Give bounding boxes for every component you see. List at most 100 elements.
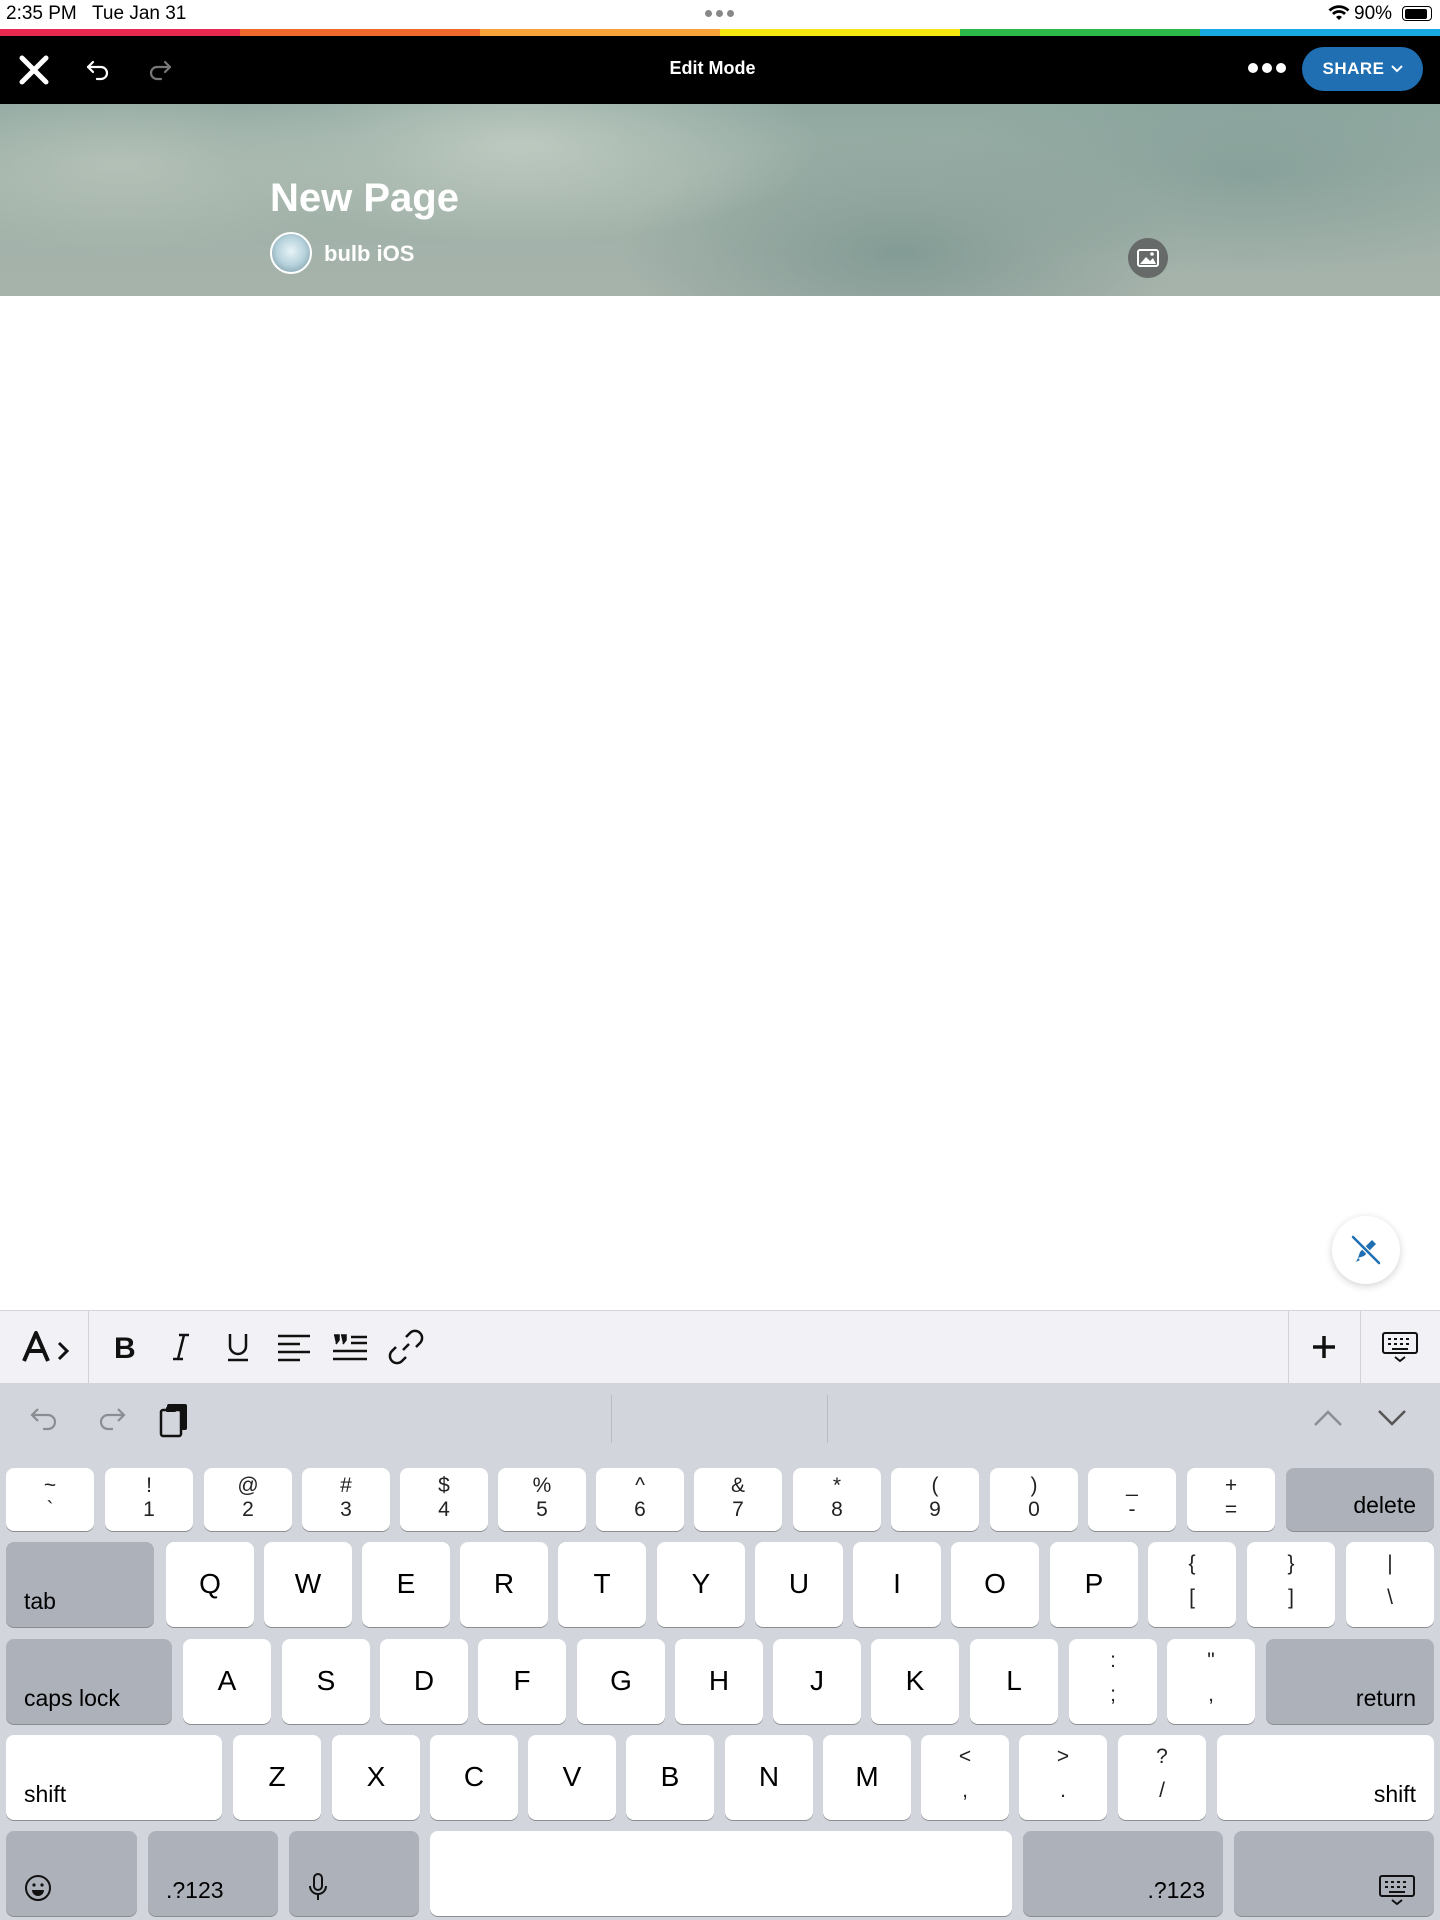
status-date: Tue Jan 31 — [92, 3, 187, 24]
key-left-shift[interactable]: shift — [6, 1735, 222, 1820]
key-9[interactable]: (9 — [891, 1468, 979, 1531]
suggestion-divider — [611, 1395, 612, 1443]
rainbow-segment — [1200, 29, 1440, 36]
key-7[interactable]: & 7 — [694, 1468, 782, 1531]
italic-icon — [173, 1333, 189, 1361]
key-hide-keyboard[interactable] — [1234, 1831, 1434, 1916]
keyboard-icon — [1382, 1332, 1418, 1363]
paste-icon[interactable] — [158, 1401, 190, 1444]
key-b[interactable]: B — [626, 1735, 714, 1820]
key-dictation[interactable] — [289, 1831, 419, 1916]
toolbar-divider — [1288, 1311, 1289, 1383]
rainbow-segment — [480, 29, 720, 36]
key-p[interactable]: P — [1050, 1542, 1138, 1627]
key-return[interactable]: return — [1266, 1639, 1434, 1724]
dismiss-keyboard-button[interactable] — [1375, 1325, 1425, 1369]
key-d[interactable]: D — [380, 1639, 468, 1724]
key-z[interactable]: Z — [233, 1735, 321, 1820]
keyboard-redo-icon[interactable] — [96, 1405, 128, 1440]
italic-button[interactable] — [161, 1325, 201, 1369]
wifi-icon — [1328, 4, 1350, 27]
share-button[interactable]: SHARE — [1302, 47, 1423, 91]
key-v[interactable]: V — [528, 1735, 616, 1820]
key-semicolon[interactable]: :; — [1069, 1639, 1157, 1724]
bold-icon: B — [114, 1332, 136, 1362]
key-g[interactable]: G — [577, 1639, 665, 1724]
key-caps-lock[interactable]: caps lock — [6, 1639, 172, 1724]
toggle-edit-button[interactable] — [1332, 1216, 1400, 1284]
key-tab[interactable]: tab — [6, 1542, 154, 1627]
link-button[interactable] — [384, 1325, 428, 1369]
image-icon — [1137, 249, 1159, 267]
key-numbers-left[interactable]: .?123 — [148, 1831, 278, 1916]
key-u[interactable]: U — [755, 1542, 843, 1627]
battery-icon — [1402, 6, 1432, 21]
key-n[interactable]: N — [725, 1735, 813, 1820]
next-field-icon[interactable] — [1376, 1407, 1408, 1434]
key-backslash[interactable]: | \ — [1346, 1542, 1434, 1627]
text-style-button[interactable] — [18, 1325, 78, 1369]
key-left-bracket[interactable]: {[ — [1148, 1542, 1236, 1627]
key-y[interactable]: Y — [657, 1542, 745, 1627]
bold-button[interactable]: B — [104, 1325, 144, 1369]
quote-button[interactable] — [328, 1325, 372, 1369]
key-right-bracket[interactable]: }] — [1247, 1542, 1335, 1627]
key-t[interactable]: T — [558, 1542, 646, 1627]
key-equals[interactable]: + = — [1187, 1468, 1275, 1531]
key-space[interactable] — [430, 1831, 1012, 1916]
key-x[interactable]: X — [332, 1735, 420, 1820]
key-5[interactable]: % 5 — [498, 1468, 586, 1531]
key-i[interactable]: I — [853, 1542, 941, 1627]
insert-button[interactable] — [1304, 1325, 1344, 1369]
rainbow-segment — [240, 29, 480, 36]
key-s[interactable]: S — [282, 1639, 370, 1724]
rainbow-segment — [960, 29, 1200, 36]
key-minus[interactable]: _ - — [1088, 1468, 1176, 1531]
key-j[interactable]: J — [773, 1639, 861, 1724]
key-right-shift[interactable]: shift — [1217, 1735, 1434, 1820]
avatar — [270, 232, 312, 274]
key-r[interactable]: R — [460, 1542, 548, 1627]
key-q[interactable]: Q — [166, 1542, 254, 1627]
suggestion-divider — [827, 1395, 828, 1443]
rainbow-segment — [0, 29, 240, 36]
key-3[interactable]: #3 — [302, 1468, 390, 1531]
key-w[interactable]: W — [264, 1542, 352, 1627]
key-l[interactable]: L — [970, 1639, 1058, 1724]
key-e[interactable]: E — [362, 1542, 450, 1627]
hide-keyboard-icon — [1379, 1875, 1415, 1906]
align-button[interactable] — [273, 1325, 315, 1369]
key-f[interactable]: F — [478, 1639, 566, 1724]
key-8[interactable]: * 8 — [793, 1468, 881, 1531]
change-cover-image-button[interactable] — [1128, 238, 1168, 278]
key-2[interactable]: @2 — [204, 1468, 292, 1531]
formatting-toolbar: B — [0, 1310, 1440, 1384]
key-period[interactable]: >. — [1019, 1735, 1107, 1820]
key-c[interactable]: C — [430, 1735, 518, 1820]
key-delete[interactable]: delete — [1286, 1468, 1434, 1531]
key-6[interactable]: ^ 6 — [596, 1468, 684, 1531]
key-quote[interactable]: ", — [1167, 1639, 1255, 1724]
key-1[interactable]: ! 1 — [105, 1468, 193, 1531]
key-h[interactable]: H — [675, 1639, 763, 1724]
key-a[interactable]: A — [183, 1639, 271, 1724]
underline-button[interactable] — [218, 1325, 258, 1369]
on-screen-keyboard: ~ ` ! 1 @2 #3 $4 % 5 ^ 6 & 7 * 8 (9 ) 0 _ - + = d… — [0, 1383, 1440, 1920]
key-backtick[interactable]: ~ ` — [6, 1468, 94, 1531]
previous-field-icon[interactable] — [1312, 1407, 1344, 1434]
key-slash[interactable]: ? / — [1118, 1735, 1206, 1820]
page-title[interactable]: New Page — [270, 176, 459, 221]
align-left-icon — [278, 1334, 310, 1362]
key-4[interactable]: $4 — [400, 1468, 488, 1531]
more-options-icon[interactable] — [1248, 58, 1288, 78]
key-comma[interactable]: <, — [921, 1735, 1009, 1820]
key-numbers-right[interactable]: .?123 — [1023, 1831, 1223, 1916]
chevron-down-icon — [1390, 65, 1403, 73]
key-emoji[interactable] — [6, 1831, 137, 1916]
key-k[interactable]: K — [871, 1639, 959, 1724]
key-o[interactable]: O — [951, 1542, 1039, 1627]
key-m[interactable]: M — [823, 1735, 911, 1820]
keyboard-undo-icon[interactable] — [28, 1405, 60, 1440]
multitasking-dots-icon[interactable] — [705, 10, 734, 17]
key-0[interactable]: ) 0 — [990, 1468, 1078, 1531]
